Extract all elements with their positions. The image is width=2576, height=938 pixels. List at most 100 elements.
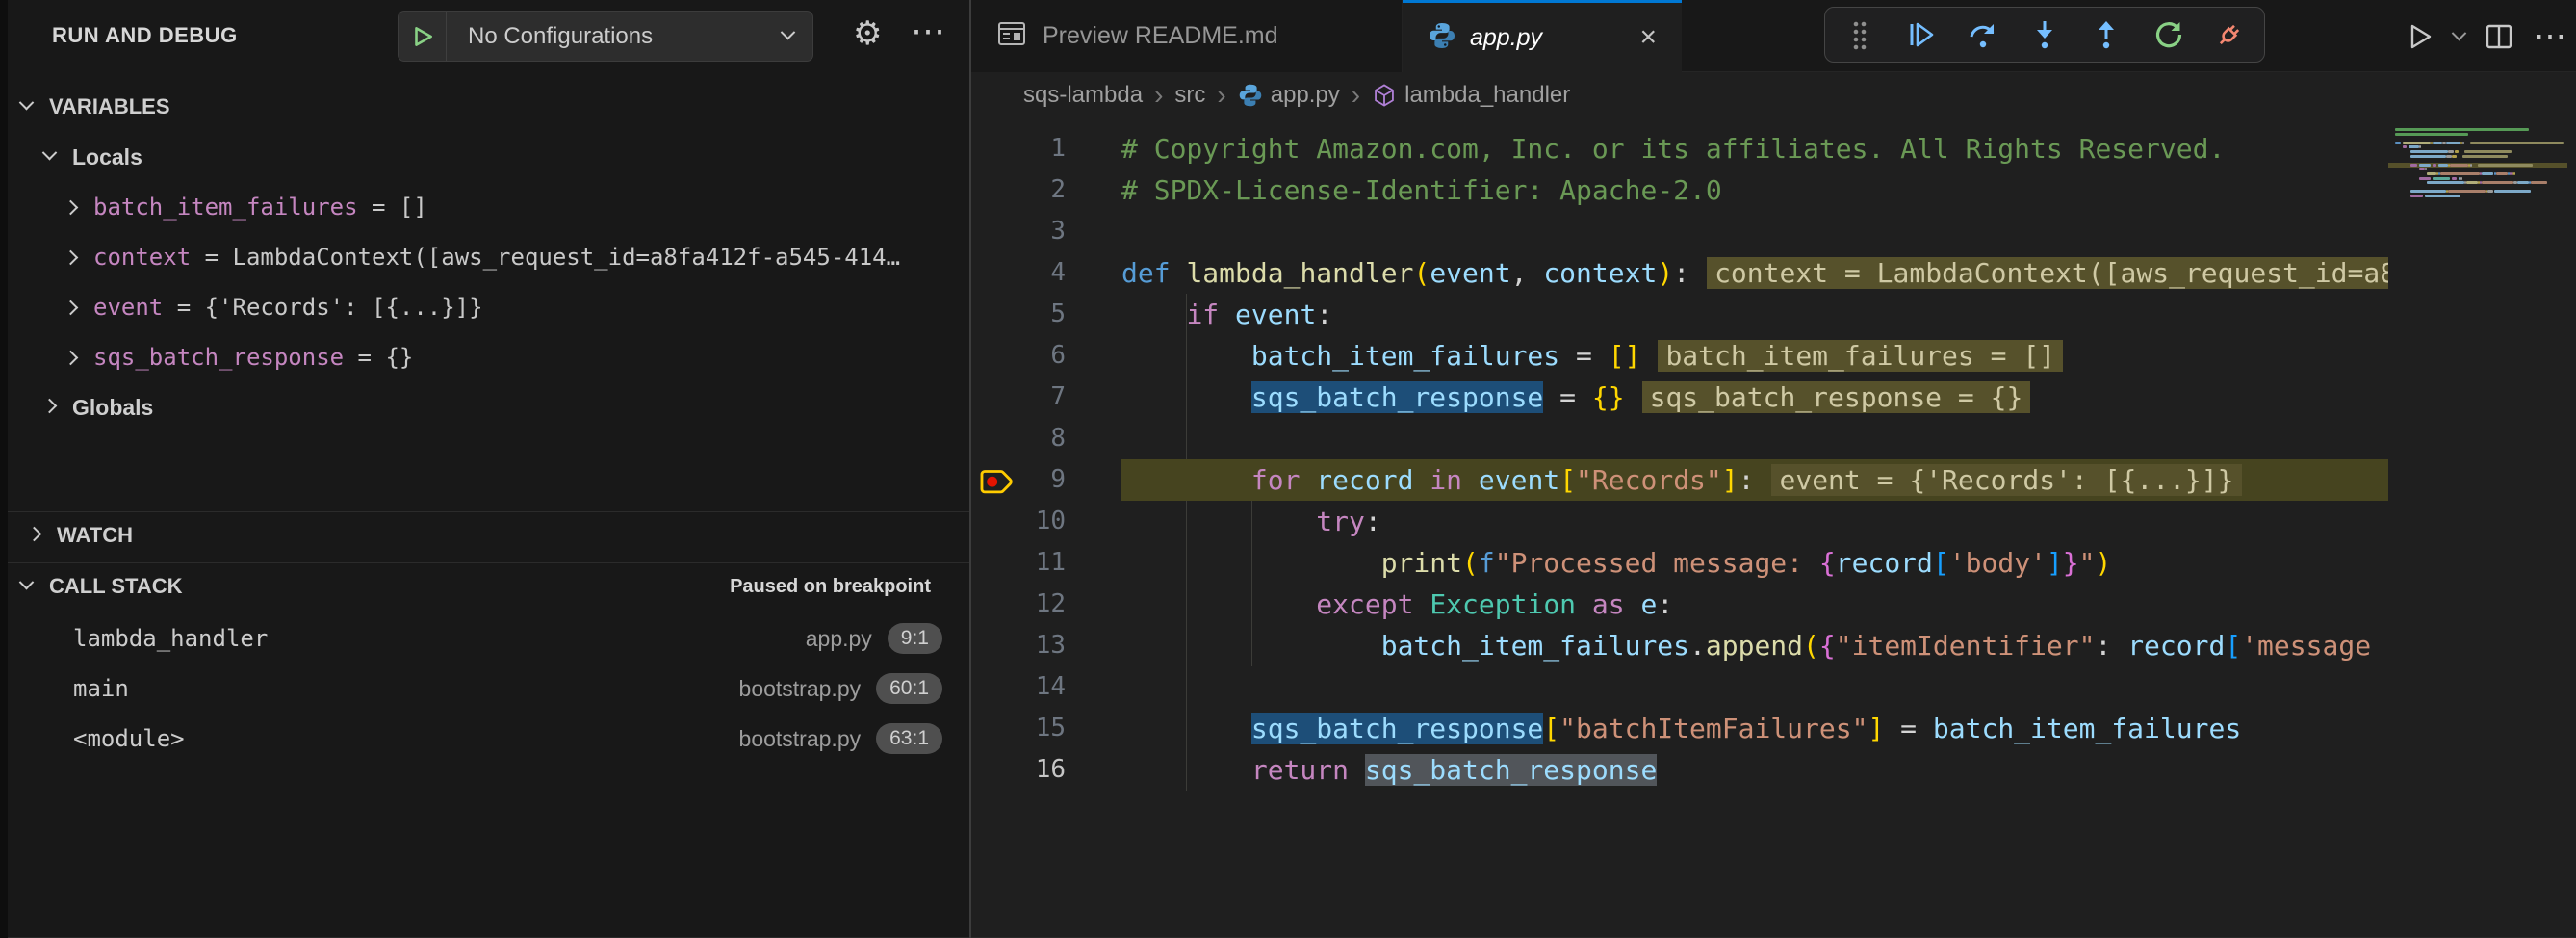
variable-row-event[interactable]: event = {'Records': [{...}]} <box>8 282 969 332</box>
minimap-line <box>2452 155 2456 158</box>
frame-name: <module> <box>73 725 185 752</box>
gutter[interactable]: 3 <box>971 211 1121 252</box>
stack-frame-main[interactable]: mainbootstrap.py60:1 <box>8 664 969 714</box>
gutter[interactable]: 16 <box>971 749 1121 791</box>
gutter[interactable]: 9 <box>971 459 1121 501</box>
disconnect-button[interactable] <box>2210 15 2249 54</box>
chevron-right-icon <box>65 198 76 217</box>
debug-configuration-dropdown[interactable]: No Configurations <box>398 11 813 62</box>
gutter[interactable]: 5 <box>971 294 1121 335</box>
start-debug-icon[interactable] <box>399 12 447 61</box>
gutter[interactable]: 13 <box>971 625 1121 666</box>
minimap-line <box>2427 172 2436 175</box>
gutter[interactable]: 12 <box>971 584 1121 625</box>
gutter[interactable]: 15 <box>971 708 1121 749</box>
step-over-button[interactable] <box>1964 15 2002 54</box>
line-number: 1 <box>1050 128 1066 169</box>
gutter[interactable]: 4 <box>971 252 1121 294</box>
minimap-line <box>2395 133 2468 136</box>
gutter[interactable]: 6 <box>971 335 1121 377</box>
code-line-7[interactable]: 7 sqs_batch_response = {}sqs_batch_respo… <box>971 377 2388 418</box>
line-number: 2 <box>1050 169 1066 211</box>
code-line-11[interactable]: 11 print(f"Processed message: {record['b… <box>971 542 2388 584</box>
variable-name: sqs_batch_response <box>93 344 344 371</box>
minimap-line <box>2433 164 2436 167</box>
gutter[interactable]: 11 <box>971 542 1121 584</box>
minimap-line <box>2482 181 2513 184</box>
gutter[interactable]: 1 <box>971 128 1121 169</box>
minimap-line <box>2410 155 2446 158</box>
gutter[interactable]: 7 <box>971 377 1121 418</box>
variables-scope-locals[interactable]: Locals <box>8 132 969 182</box>
variables-section-header[interactable]: VARIABLES <box>8 84 969 130</box>
toolbar-drag-grip[interactable] <box>1841 15 1879 54</box>
breadcrumb: sqs-lambda›src›app.py›lambda_handler <box>971 72 2576 118</box>
more-actions-icon[interactable]: ⋯ <box>2534 20 2566 53</box>
stack-frame-module[interactable]: <module>bootstrap.py63:1 <box>8 714 969 764</box>
split-editor-button[interactable] <box>2484 21 2514 52</box>
line-number: 9 <box>1050 459 1066 501</box>
code-line-12[interactable]: 12 except Exception as e: <box>971 584 2388 625</box>
code-line-8[interactable]: 8 <box>971 418 2388 459</box>
stack-frame-lambda_handler[interactable]: lambda_handlerapp.py9:1 <box>8 613 969 664</box>
watch-section-header[interactable]: WATCH <box>8 512 969 559</box>
close-tab-icon[interactable]: × <box>1622 21 1657 54</box>
code-line-1[interactable]: 1 # Copyright Amazon.com, Inc. or its aff… <box>971 128 2388 169</box>
code-editor[interactable]: 1 # Copyright Amazon.com, Inc. or its aff… <box>971 118 2388 938</box>
variables-tree: Localsbatch_item_failures = []context = … <box>8 132 969 432</box>
gutter[interactable]: 8 <box>971 418 1121 459</box>
restart-button[interactable] <box>2149 15 2187 54</box>
gutter[interactable]: 10 <box>971 501 1121 542</box>
minimap-line <box>2409 145 2418 148</box>
line-number: 14 <box>1036 666 1066 708</box>
line-number: 12 <box>1036 584 1066 625</box>
code-line-14[interactable]: 14 <box>971 666 2388 708</box>
step-into-button[interactable] <box>2025 15 2064 54</box>
breadcrumb-item-src[interactable]: src <box>1174 82 1205 109</box>
code-line-16[interactable]: 16 return sqs_batch_response <box>971 749 2388 791</box>
variables-scope-globals[interactable]: Globals <box>8 382 969 432</box>
minimap-line <box>2450 164 2467 167</box>
code-line-6[interactable]: 6 batch_item_failures = []batch_item_fai… <box>971 335 2388 377</box>
frame-file: bootstrap.py <box>739 676 862 702</box>
code-line-13[interactable]: 13 batch_item_failures.append({"itemIden… <box>971 625 2388 666</box>
step-out-button[interactable] <box>2087 15 2125 54</box>
run-dropdown-chevron-icon[interactable] <box>2454 31 2464 41</box>
gutter[interactable]: 14 <box>971 666 1121 708</box>
tab-preview-readme[interactable]: Preview README.md <box>971 0 1403 72</box>
minimap[interactable] <box>2388 118 2576 938</box>
call-stack-section-header[interactable]: CALL STACK Paused on breakpoint <box>8 563 969 610</box>
code-line-3[interactable]: 3 <box>971 211 2388 252</box>
minimap-line <box>2433 142 2442 144</box>
debug-inline-value: event = {'Records': [{...}]} <box>1771 464 2241 496</box>
chevron-right-icon <box>65 248 76 267</box>
continue-button[interactable] <box>1902 15 1941 54</box>
tab-app-py[interactable]: app.py × <box>1403 0 1682 72</box>
breadcrumb-item-sqs-lambda[interactable]: sqs-lambda <box>1023 82 1143 109</box>
variable-row-batch_item_failures[interactable]: batch_item_failures = [] <box>8 182 969 232</box>
breadcrumb-item-lambda_handler[interactable]: lambda_handler <box>1372 82 1570 109</box>
run-python-file-button[interactable] <box>2404 21 2434 52</box>
breakpoint-paused-icon[interactable] <box>979 462 1016 504</box>
code-text: batch_item_failures.append({"itemIdentif… <box>1121 625 2371 666</box>
variable-row-context[interactable]: context = LambdaContext([aws_request_id=… <box>8 232 969 282</box>
code-line-9[interactable]: 9 for record in event["Records"]:event =… <box>971 459 2388 501</box>
code-text: sqs_batch_response["batchItemFailures"] … <box>1121 708 2241 749</box>
markdown-preview-icon <box>996 18 1027 54</box>
breadcrumb-label: app.py <box>1271 82 1340 109</box>
editor-actions: ⋯ <box>2404 0 2566 72</box>
minimap-line <box>2513 172 2515 175</box>
code-line-5[interactable]: 5 if event: <box>971 294 2388 335</box>
more-actions-icon[interactable]: ⋯ <box>911 13 947 48</box>
code-line-2[interactable]: 2# SPDX-License-Identifier: Apache-2.0 <box>971 169 2388 211</box>
code-line-4[interactable]: 4def lambda_handler(event, context):cont… <box>971 252 2388 294</box>
variable-row-sqs_batch_response[interactable]: sqs_batch_response = {} <box>8 332 969 382</box>
code-line-15[interactable]: 15 sqs_batch_response["batchItemFailures… <box>971 708 2388 749</box>
code-text: # Copyright Amazon.com, Inc. or its affi… <box>1121 128 2225 169</box>
minimap-line <box>2410 164 2416 167</box>
gear-icon[interactable]: ⚙ <box>853 17 882 50</box>
gutter[interactable]: 2 <box>971 169 1121 211</box>
code-line-10[interactable]: 10 try: <box>971 501 2388 542</box>
breadcrumb-item-app.py[interactable]: app.py <box>1238 82 1340 109</box>
line-number: 8 <box>1050 418 1066 459</box>
